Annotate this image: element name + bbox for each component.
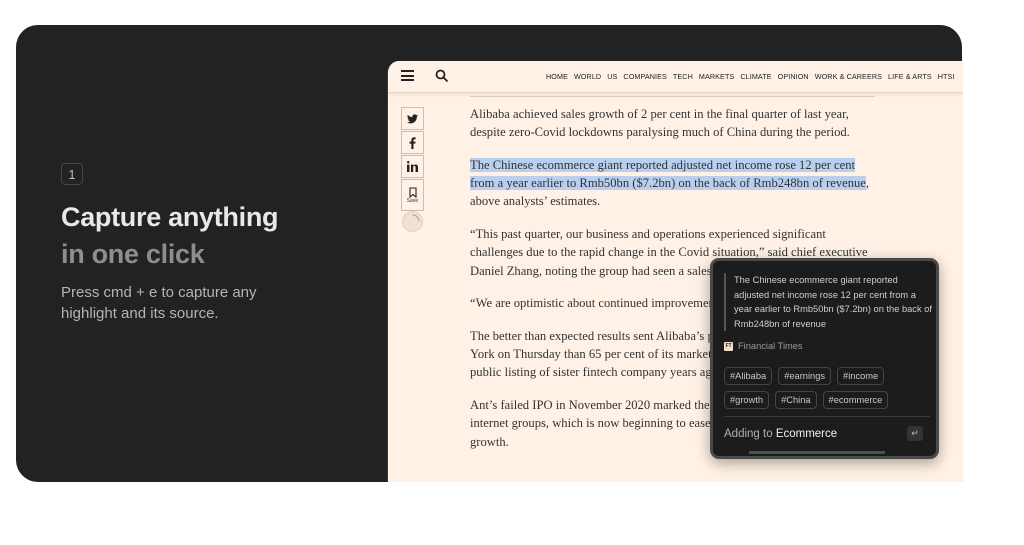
nav-item-home[interactable]: HOME xyxy=(546,72,568,81)
source-attribution: FT Financial Times xyxy=(724,341,803,351)
nav-item-tech[interactable]: TECH xyxy=(673,72,693,81)
search-icon[interactable] xyxy=(435,69,449,83)
capture-popup: The Chinese ecommerce giant reported adj… xyxy=(710,258,939,459)
facebook-icon xyxy=(409,136,416,149)
nav-item-markets[interactable]: MARKETS xyxy=(699,72,734,81)
hamburger-menu-icon[interactable] xyxy=(401,70,414,81)
facebook-share-button[interactable] xyxy=(401,131,424,154)
tag-china[interactable]: #China xyxy=(775,391,817,409)
enter-key-icon[interactable]: ↵ xyxy=(907,426,923,441)
collection-selector[interactable]: Adding to Ecommerce xyxy=(724,428,837,440)
content-divider xyxy=(470,96,875,97)
tag-list: #Alibaba #earnings #income #growth #Chin… xyxy=(724,367,934,409)
nav-item-world[interactable]: WORLD xyxy=(574,72,601,81)
nav-item-us[interactable]: US xyxy=(607,72,617,81)
adding-prefix: Adding to xyxy=(724,428,773,440)
twitter-share-button[interactable] xyxy=(401,107,424,130)
share-toolbar: Save xyxy=(401,107,424,211)
text-highlight[interactable]: The Chinese ecommerce giant reported adj… xyxy=(470,157,866,191)
ft-logo-icon: FT xyxy=(724,341,733,351)
tag-growth[interactable]: #growth xyxy=(724,391,770,409)
popup-divider xyxy=(724,416,930,417)
feature-description: Press cmd + e to capture any highlight a… xyxy=(61,284,257,322)
linkedin-icon xyxy=(407,161,418,172)
tag-alibaba[interactable]: #Alibaba xyxy=(724,367,773,385)
nav-item-work-careers[interactable]: WORK & CAREERS xyxy=(815,72,882,81)
collection-name: Ecommerce xyxy=(775,428,838,440)
nav-item-climate[interactable]: CLIMATE xyxy=(740,72,771,81)
twitter-icon xyxy=(407,113,418,123)
tag-ecommerce[interactable]: #ecommerce xyxy=(822,391,889,409)
step-number-badge: 1 xyxy=(61,163,83,185)
nav-item-opinion[interactable]: OPINION xyxy=(778,72,809,81)
nav-item-htsi[interactable]: HTSI xyxy=(938,72,955,81)
source-name: Financial Times xyxy=(738,341,803,351)
tag-income[interactable]: #income xyxy=(837,367,885,385)
article-paragraph-1: Alibaba achieved sales growth of 2 per c… xyxy=(470,107,850,140)
loading-spinner-icon xyxy=(402,211,423,232)
nav-item-companies[interactable]: COMPANIES xyxy=(623,72,667,81)
progress-bar xyxy=(749,451,885,454)
main-nav: HOME WORLD US COMPANIES TECH MARKETS CLI… xyxy=(546,72,955,81)
bookmark-icon xyxy=(408,186,417,198)
linkedin-share-button[interactable] xyxy=(401,155,424,178)
headline-secondary: in one click xyxy=(61,239,205,269)
headline-primary: Capture anything xyxy=(61,202,279,232)
article-paragraph-2: The Chinese ecommerce giant reported adj… xyxy=(470,156,880,211)
site-header: HOME WORLD US COMPANIES TECH MARKETS CLI… xyxy=(388,61,963,93)
save-label: Save xyxy=(406,197,419,204)
captured-quote: The Chinese ecommerce giant reported adj… xyxy=(724,273,932,331)
nav-item-life-arts[interactable]: LIFE & ARTS xyxy=(888,72,932,81)
save-article-button[interactable]: Save xyxy=(401,179,424,211)
tag-earnings[interactable]: #earnings xyxy=(778,367,832,385)
